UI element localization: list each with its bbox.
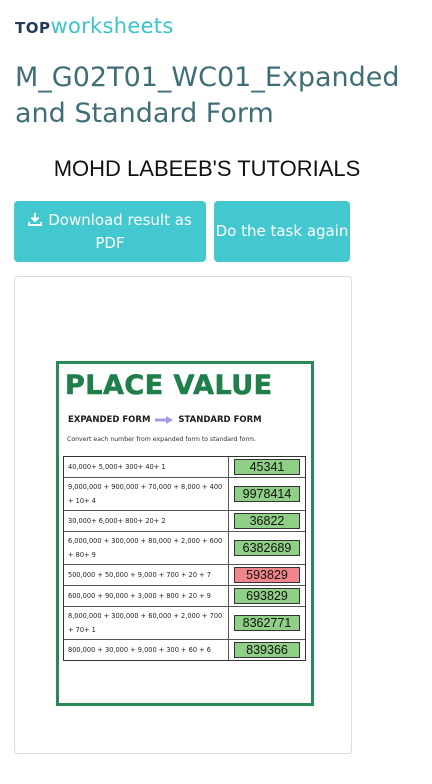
table-row: 9,000,000 + 900,000 + 70,000 + 8,000 + 4… [64, 478, 305, 511]
instructions: Convert each number from expanded form t… [67, 436, 256, 443]
table-row: 8,000,000 + 300,000 + 60,000 + 2,000 + 7… [64, 607, 305, 640]
table-row: 30,000+ 6,000+ 800+ 20+ 2 36822 [64, 511, 305, 532]
table-row: 800,000 + 30,000 + 9,000 + 300 + 60 + 6 … [64, 640, 305, 660]
arrow-right-icon [155, 416, 174, 424]
answer-box: 36822 [234, 513, 300, 529]
expanded-form: 600,000 + 90,000 + 3,000 + 800 + 20 + 9 [64, 586, 229, 606]
expanded-form: 8,000,000 + 300,000 + 60,000 + 2,000 + 7… [64, 607, 229, 639]
questions-table: 40,000+ 5,000+ 300+ 40+ 1 45341 9,000,00… [63, 456, 306, 661]
expanded-form: 500,000 + 50,000 + 9,000 + 700 + 20 + 7 [64, 565, 229, 585]
download-pdf-button[interactable]: Download result as PDF [14, 201, 206, 262]
table-row: 500,000 + 50,000 + 9,000 + 700 + 20 + 7 … [64, 565, 305, 586]
expanded-form: 40,000+ 5,000+ 300+ 40+ 1 [64, 457, 229, 477]
answer-box: 9978414 [234, 486, 300, 502]
conversion-label: EXPANDED FORM STANDARD FORM [68, 415, 262, 425]
answer-box: 593829 [234, 567, 300, 583]
to-label: STANDARD FORM [178, 415, 262, 425]
worksheet-title: M_G02T01_WC01_Expanded and Standard Form [15, 62, 400, 129]
student-name: MOHD LABEEB'S TUTORIALS [53, 156, 361, 181]
table-row: 600,000 + 90,000 + 3,000 + 800 + 20 + 9 … [64, 586, 305, 607]
answer-box: 693829 [234, 588, 300, 604]
logo-prefix: TOP [15, 19, 51, 37]
do-task-again-label: Do the task again [215, 222, 349, 240]
answer-box: 839366 [234, 642, 300, 658]
expanded-form: 30,000+ 6,000+ 800+ 20+ 2 [64, 511, 229, 531]
worksheet-image: PLACE VALUE EXPANDED FORM STANDARD FORM … [56, 361, 314, 706]
answer-box: 45341 [234, 459, 300, 475]
logo-suffix: worksheets [50, 14, 174, 38]
table-row: 6,000,000 + 300,000 + 80,000 + 2,000 + 6… [64, 532, 305, 565]
expanded-form: 6,000,000 + 300,000 + 80,000 + 2,000 + 6… [64, 532, 229, 564]
worksheet-preview-card: PLACE VALUE EXPANDED FORM STANDARD FORM … [14, 276, 352, 754]
answer-box: 6382689 [234, 540, 300, 556]
sheet-heading: PLACE VALUE [65, 370, 273, 402]
expanded-form: 800,000 + 30,000 + 9,000 + 300 + 60 + 6 [64, 640, 229, 660]
from-label: EXPANDED FORM [68, 415, 151, 425]
expanded-form: 9,000,000 + 900,000 + 70,000 + 8,000 + 4… [64, 478, 229, 510]
table-row: 40,000+ 5,000+ 300+ 40+ 1 45341 [64, 457, 305, 478]
download-icon [28, 212, 43, 226]
do-task-again-button[interactable]: Do the task again [214, 201, 350, 262]
download-pdf-label: Download result as PDF [48, 210, 192, 252]
topworksheets-logo[interactable]: TOP worksheets [15, 14, 174, 40]
answer-box: 8362771 [234, 615, 300, 631]
